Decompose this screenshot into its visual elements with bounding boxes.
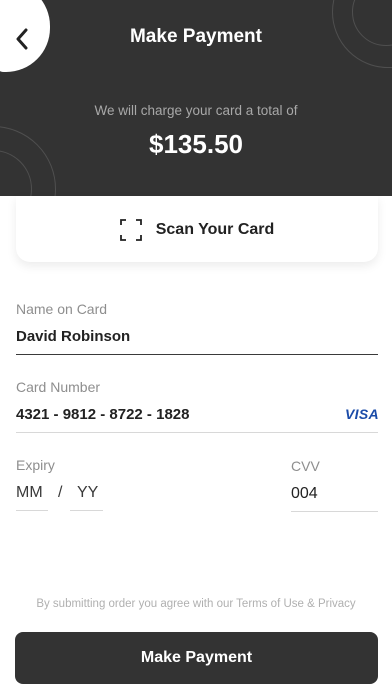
expiry-year-input[interactable]: YY — [77, 484, 98, 502]
terms-text[interactable]: By submitting order you agree with our T… — [0, 598, 392, 610]
scan-frame-icon — [119, 219, 142, 241]
charge-amount: $135.50 — [149, 129, 243, 159]
name-underline — [16, 354, 378, 355]
cvv-input[interactable]: 004 — [291, 485, 318, 503]
expiry-year-underline — [70, 510, 103, 511]
card-number-input[interactable]: 4321 - 9812 - 8722 - 1828 — [16, 406, 189, 423]
page-title: Make Payment — [129, 26, 262, 47]
visa-logo: VISA — [345, 406, 379, 422]
cvv-label: CVV — [291, 458, 320, 474]
cvv-underline — [291, 511, 378, 512]
header: Make Payment We will charge your card a … — [0, 0, 392, 196]
expiry-separator: / — [58, 484, 63, 501]
charge-note: We will charge your card a total of — [94, 103, 298, 118]
card-number-label: Card Number — [16, 379, 101, 395]
name-input[interactable]: David Robinson — [16, 328, 130, 345]
name-label: Name on Card — [16, 301, 108, 317]
card-number-underline — [16, 432, 378, 433]
make-payment-label: Make Payment — [140, 649, 253, 666]
expiry-month-underline — [16, 510, 48, 511]
expiry-label: Expiry — [16, 457, 55, 473]
expiry-month-input[interactable]: MM — [16, 484, 43, 502]
scan-card-button[interactable]: Scan Your Card — [16, 196, 378, 262]
scan-card-label: Scan Your Card — [155, 221, 275, 238]
make-payment-button[interactable]: Make Payment — [15, 632, 378, 684]
